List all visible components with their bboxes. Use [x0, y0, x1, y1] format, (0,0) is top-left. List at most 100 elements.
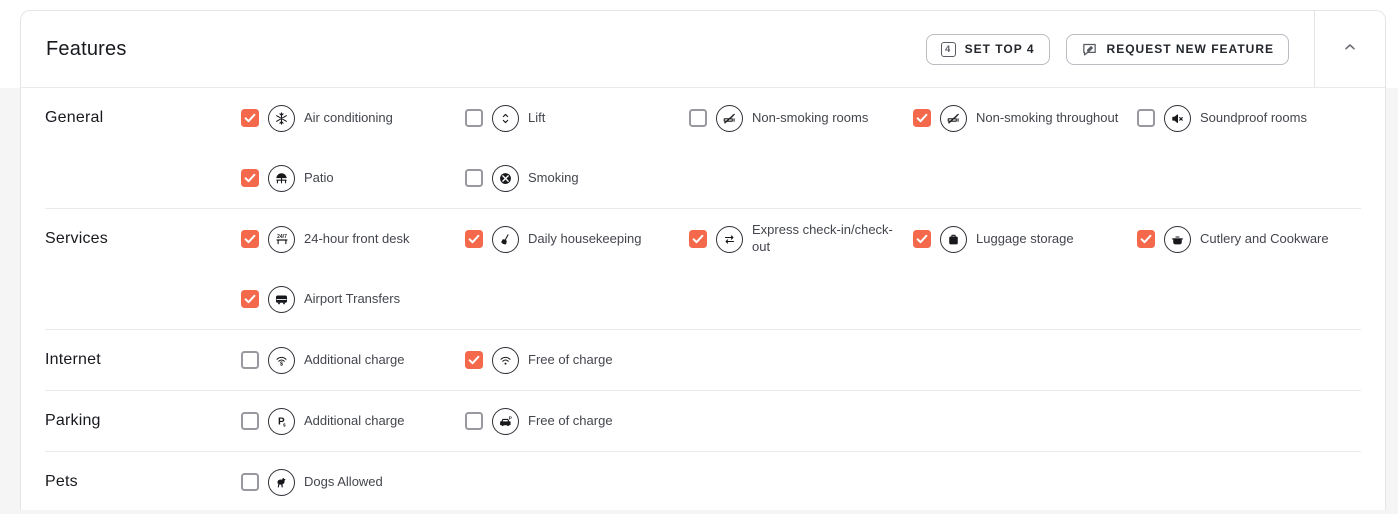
- set-top-4-label: SET TOP 4: [964, 42, 1035, 56]
- feature-checkbox-item[interactable]: P $ Additional charge: [241, 391, 465, 451]
- lift-arrows-icon: [492, 104, 519, 132]
- luggage-icon: [940, 225, 967, 253]
- section-label-spacer: [45, 148, 241, 208]
- feature-checkbox-item[interactable]: Luggage storage: [913, 209, 1137, 269]
- feature-row: Parking P $ Additional charge P Free of charg…: [45, 391, 1361, 451]
- checkbox-checked[interactable]: [241, 230, 259, 248]
- svg-text:$: $: [283, 423, 286, 428]
- checkbox-checked[interactable]: [241, 109, 259, 127]
- feature-label: Additional charge: [304, 351, 405, 367]
- feature-checkbox-item[interactable]: Cutlery and Cookware: [1137, 209, 1361, 269]
- checkbox-checked[interactable]: [1137, 230, 1155, 248]
- dog-icon: [268, 468, 295, 496]
- feature-checkbox-item[interactable]: Lift: [465, 88, 689, 148]
- checkbox-checked[interactable]: [913, 230, 931, 248]
- feature-label: Cutlery and Cookware: [1200, 230, 1329, 246]
- checkbox-checked[interactable]: [465, 351, 483, 369]
- checkbox-unchecked[interactable]: [465, 109, 483, 127]
- feature-label: Smoking: [528, 169, 579, 185]
- feature-checkbox-item[interactable]: Air conditioning: [241, 88, 465, 148]
- feature-label: Luggage storage: [976, 230, 1074, 246]
- feature-checkbox-item[interactable]: $ Additional charge: [241, 330, 465, 390]
- housekeeping-broom-icon: [492, 225, 519, 253]
- checkbox-checked[interactable]: [913, 109, 931, 127]
- parking-car-icon: P: [492, 407, 519, 435]
- feature-section: Services 24/7 24-hour front desk Daily hous…: [45, 209, 1361, 330]
- section-label: Internet: [45, 351, 101, 368]
- feature-section: General Air conditioning Lift Non-smoking r…: [45, 88, 1361, 209]
- feature-checkbox-item[interactable]: Non-smoking rooms: [689, 88, 913, 148]
- section-label-spacer: [45, 269, 241, 329]
- feature-checkbox-item[interactable]: Soundproof rooms: [1137, 88, 1361, 148]
- checkbox-unchecked[interactable]: [241, 473, 259, 491]
- checkbox-unchecked[interactable]: [465, 412, 483, 430]
- feature-checkbox-item[interactable]: Patio: [241, 148, 465, 208]
- feature-label: Air conditioning: [304, 109, 393, 125]
- checkbox-checked[interactable]: [241, 169, 259, 187]
- feature-label: 24-hour front desk: [304, 230, 410, 246]
- checkbox-unchecked[interactable]: [465, 169, 483, 187]
- checkbox-unchecked[interactable]: [241, 412, 259, 430]
- checkbox-unchecked[interactable]: [241, 351, 259, 369]
- checkbox-checked[interactable]: [689, 230, 707, 248]
- no-smoking-icon: [940, 104, 967, 132]
- feature-checkbox-item[interactable]: Daily housekeeping: [465, 209, 689, 269]
- feature-row: Pets Dogs Allowed: [45, 452, 1361, 510]
- feature-label: Patio: [304, 169, 334, 185]
- feature-label: Non-smoking throughout: [976, 109, 1119, 125]
- feature-checkbox-item[interactable]: Free of charge: [465, 330, 689, 390]
- speaker-mute-icon: [1164, 104, 1191, 132]
- shuttle-bus-icon: [268, 285, 295, 313]
- feature-section: Parking P $ Additional charge P Free of charg…: [45, 391, 1361, 452]
- feature-label: Additional charge: [304, 412, 405, 428]
- feature-row: Services 24/7 24-hour front desk Daily hous…: [45, 209, 1361, 269]
- checkbox-unchecked[interactable]: [1137, 109, 1155, 127]
- features-body: General Air conditioning Lift Non-smoking r…: [21, 88, 1385, 510]
- feature-label: Free of charge: [528, 412, 613, 428]
- feature-label: Lift: [528, 109, 546, 125]
- feature-checkbox-item[interactable]: Dogs Allowed: [241, 452, 465, 510]
- section-label: Parking: [45, 412, 101, 429]
- top-4-icon: 4: [940, 41, 956, 57]
- feedback-pencil-icon: [1081, 41, 1098, 58]
- feature-row: Airport Transfers: [45, 269, 1361, 329]
- section-label: Pets: [45, 473, 78, 490]
- page-title: Features: [46, 37, 127, 60]
- feature-row: General Air conditioning Lift Non-smoking r…: [45, 88, 1361, 148]
- svg-text:24/7: 24/7: [277, 234, 287, 240]
- svg-text:$: $: [280, 361, 283, 367]
- snowflake-icon: [268, 104, 295, 132]
- feature-checkbox-item[interactable]: P Free of charge: [465, 391, 689, 451]
- feature-label: Non-smoking rooms: [752, 109, 869, 125]
- express-arrows-icon: [716, 225, 743, 253]
- feature-row: Patio Smoking: [45, 148, 1361, 208]
- feature-checkbox-item[interactable]: 24/7 24-hour front desk: [241, 209, 465, 269]
- cookware-pot-icon: [1164, 225, 1191, 253]
- patio-umbrella-icon: [268, 164, 295, 192]
- feature-label: Soundproof rooms: [1200, 109, 1307, 125]
- header-buttons: 4 SET TOP 4 REQUEST NEW FEATURE: [925, 33, 1289, 65]
- request-new-feature-label: REQUEST NEW FEATURE: [1106, 42, 1274, 56]
- features-panel: Features 4 SET TOP 4 REQUEST NEW FEATURE: [20, 10, 1386, 510]
- feature-row: Internet $ Additional charge Free of charge: [45, 330, 1361, 390]
- feature-section: Pets Dogs Allowed: [45, 452, 1361, 510]
- request-new-feature-button[interactable]: REQUEST NEW FEATURE: [1065, 33, 1289, 65]
- checkbox-checked[interactable]: [241, 290, 259, 308]
- feature-checkbox-item[interactable]: Smoking: [465, 148, 689, 208]
- section-label: Services: [45, 230, 108, 247]
- collapse-button[interactable]: [1315, 11, 1385, 87]
- feature-section: Internet $ Additional charge Free of charge: [45, 330, 1361, 391]
- feature-label: Dogs Allowed: [304, 473, 383, 489]
- feature-checkbox-item[interactable]: Non-smoking throughout: [913, 88, 1137, 148]
- feature-checkbox-item[interactable]: Airport Transfers: [241, 269, 465, 329]
- feature-label: Airport Transfers: [304, 290, 401, 306]
- checkbox-unchecked[interactable]: [689, 109, 707, 127]
- section-label: General: [45, 109, 104, 126]
- feature-label: Daily housekeeping: [528, 230, 642, 246]
- checkbox-checked[interactable]: [465, 230, 483, 248]
- parking-paid-icon: P $: [268, 407, 295, 435]
- chevron-up-icon: [1342, 39, 1358, 60]
- feature-checkbox-item[interactable]: Express check-in/check-out: [689, 209, 913, 269]
- svg-text:P: P: [508, 415, 511, 420]
- set-top-4-button[interactable]: 4 SET TOP 4: [925, 33, 1050, 65]
